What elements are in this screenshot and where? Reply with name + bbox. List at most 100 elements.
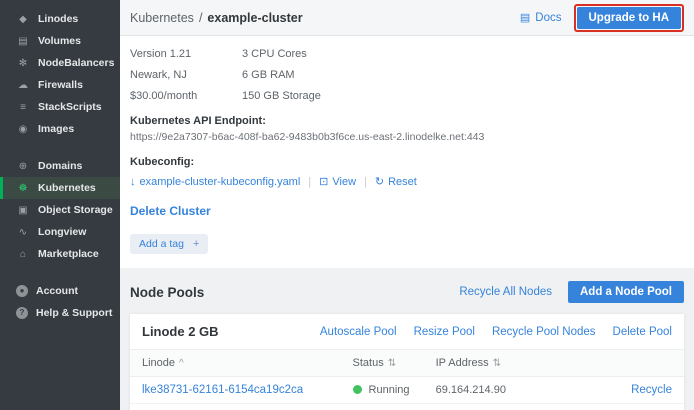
kubeconfig-filename: example-cluster-kubeconfig.yaml (140, 176, 301, 188)
nodes-table: Linode ^ Status ⇅ IP Address⇅ (130, 349, 684, 410)
spec-storage: 150 GB Storage (242, 90, 410, 102)
sidebar-item-marketplace[interactable]: ⌂ Marketplace (0, 243, 120, 265)
status-running-icon (353, 385, 362, 394)
column-header-label: Linode (142, 357, 175, 369)
sidebar-item-label: Domains (38, 160, 82, 172)
sidebar-item-label: Firewalls (38, 79, 83, 91)
spec-version: Version 1.21 (130, 48, 242, 60)
sidebar-item-label: Kubernetes (38, 182, 96, 194)
column-header-actions (573, 350, 684, 377)
sidebar-item-domains[interactable]: ⊕ Domains (0, 155, 120, 177)
kubeconfig-download-link[interactable]: ↓ example-cluster-kubeconfig.yaml (130, 176, 300, 188)
resize-pool-link[interactable]: Resize Pool (414, 326, 475, 338)
add-tag-button[interactable]: Add a tag + (130, 234, 208, 254)
plus-icon: + (193, 238, 199, 250)
help-icon: ? (16, 307, 28, 319)
tags-row: Add a tag + (130, 234, 684, 254)
nodebalancers-icon: ✻ (16, 58, 30, 69)
sidebar-item-stackscripts[interactable]: ≡ StackScripts (0, 96, 120, 118)
add-node-pool-button[interactable]: Add a Node Pool (568, 281, 684, 303)
breadcrumb: Kubernetes / example-cluster (130, 11, 303, 25)
sidebar-item-nodebalancers[interactable]: ✻ NodeBalancers (0, 52, 120, 74)
cluster-specs: Version 1.21 3 CPU Cores Newark, NJ 6 GB… (130, 48, 410, 102)
stackscripts-icon: ≡ (16, 102, 30, 113)
cluster-summary-section: Version 1.21 3 CPU Cores Newark, NJ 6 GB… (120, 36, 694, 268)
sidebar: ◆ Linodes ▤ Volumes ✻ NodeBalancers ☁ Fi… (0, 0, 120, 410)
header-actions: ▤ Docs Upgrade to HA (520, 4, 684, 32)
reset-icon: ↻ (375, 175, 384, 188)
pool-actions: Autoscale Pool Resize Pool Recycle Pool … (320, 326, 672, 338)
status-badge: Running (369, 384, 410, 396)
sidebar-item-linodes[interactable]: ◆ Linodes (0, 8, 120, 30)
node-link[interactable]: lke38731-62161-6154ca19c2ca (142, 384, 303, 396)
kubeconfig-view-link[interactable]: ⊡ View (319, 175, 356, 188)
sidebar-item-label: Images (38, 123, 74, 135)
recycle-all-nodes-link[interactable]: Recycle All Nodes (459, 286, 552, 298)
sort-asc-icon: ^ (179, 358, 184, 369)
sidebar-item-label: Linodes (38, 13, 78, 25)
nodes-table-header-row: Linode ^ Status ⇅ IP Address⇅ (130, 350, 684, 377)
sidebar-section-divider (0, 265, 120, 280)
sidebar-item-volumes[interactable]: ▤ Volumes (0, 30, 120, 52)
sidebar-item-kubernetes[interactable]: ☸ Kubernetes (0, 177, 120, 199)
api-endpoint-url: https://9e2a7307-b6ac-408f-ba62-9483b0b3… (130, 131, 684, 143)
node-pools-title: Node Pools (130, 285, 204, 300)
node-pool-card: Linode 2 GB Autoscale Pool Resize Pool R… (130, 314, 684, 410)
page-title: example-cluster (207, 11, 302, 25)
sort-icon: ⇅ (493, 358, 501, 369)
reset-link-label: Reset (388, 176, 417, 188)
sidebar-item-label: Object Storage (38, 204, 113, 216)
sidebar-item-help-support[interactable]: ? Help & Support (0, 302, 120, 324)
volumes-icon: ▤ (16, 36, 30, 47)
sidebar-item-images[interactable]: ◉ Images (0, 118, 120, 140)
delete-pool-link[interactable]: Delete Pool (613, 326, 672, 338)
docs-link[interactable]: ▤ Docs (520, 11, 562, 24)
download-icon: ↓ (130, 176, 136, 188)
marketplace-icon: ⌂ (16, 249, 30, 260)
sidebar-item-label: Help & Support (36, 307, 112, 319)
kubeconfig-reset-link[interactable]: ↻ Reset (375, 175, 417, 188)
domains-icon: ⊕ (16, 161, 30, 172)
docs-icon: ▤ (520, 11, 530, 24)
column-header-label: Status (353, 357, 384, 369)
spec-cpu: 3 CPU Cores (242, 48, 410, 60)
upgrade-to-ha-button[interactable]: Upgrade to HA (577, 7, 682, 29)
node-pools-header-actions: Recycle All Nodes Add a Node Pool (459, 281, 684, 303)
separator: | (364, 176, 367, 188)
delete-cluster-link[interactable]: Delete Cluster (130, 204, 211, 218)
breadcrumb-separator: / (199, 11, 202, 25)
separator: | (308, 176, 311, 188)
sidebar-item-label: Longview (38, 226, 86, 238)
sidebar-item-object-storage[interactable]: ▣ Object Storage (0, 199, 120, 221)
sidebar-item-label: Account (36, 285, 78, 297)
spec-price: $30.00/month (130, 90, 242, 102)
sidebar-item-label: NodeBalancers (38, 57, 114, 69)
column-header-ip-address[interactable]: IP Address⇅ (424, 350, 574, 377)
node-ip: 69.164.214.90 (424, 377, 574, 404)
longview-icon: ∿ (16, 227, 30, 238)
sidebar-item-label: StackScripts (38, 101, 102, 113)
breadcrumb-section-link[interactable]: Kubernetes (130, 11, 194, 25)
api-endpoint-label: Kubernetes API Endpoint: (130, 115, 684, 127)
sidebar-item-firewalls[interactable]: ☁ Firewalls (0, 74, 120, 96)
main-content: Kubernetes / example-cluster ▤ Docs Upgr… (120, 0, 694, 410)
firewalls-icon: ☁ (16, 80, 30, 91)
recycle-node-link[interactable]: Recycle (631, 384, 672, 396)
linode-cloud-manager-window: ◆ Linodes ▤ Volumes ✻ NodeBalancers ☁ Fi… (0, 0, 694, 410)
spec-ram: 6 GB RAM (242, 69, 410, 81)
account-icon: ● (16, 285, 28, 297)
sidebar-item-longview[interactable]: ∿ Longview (0, 221, 120, 243)
kubernetes-icon: ☸ (16, 183, 30, 194)
pool-card-header: Linode 2 GB Autoscale Pool Resize Pool R… (130, 314, 684, 349)
recycle-pool-nodes-link[interactable]: Recycle Pool Nodes (492, 326, 596, 338)
object-storage-icon: ▣ (16, 205, 30, 216)
column-header-linode[interactable]: Linode ^ (130, 350, 341, 377)
sidebar-section-divider (0, 140, 120, 155)
column-header-status[interactable]: Status ⇅ (341, 350, 424, 377)
breadcrumb-bar: Kubernetes / example-cluster ▤ Docs Upgr… (120, 0, 694, 36)
sidebar-item-account[interactable]: ● Account (0, 280, 120, 302)
view-icon: ⊡ (319, 175, 328, 188)
node-ip: 45.79.191.250 (424, 404, 574, 410)
sort-icon: ⇅ (388, 358, 396, 369)
autoscale-pool-link[interactable]: Autoscale Pool (320, 326, 397, 338)
